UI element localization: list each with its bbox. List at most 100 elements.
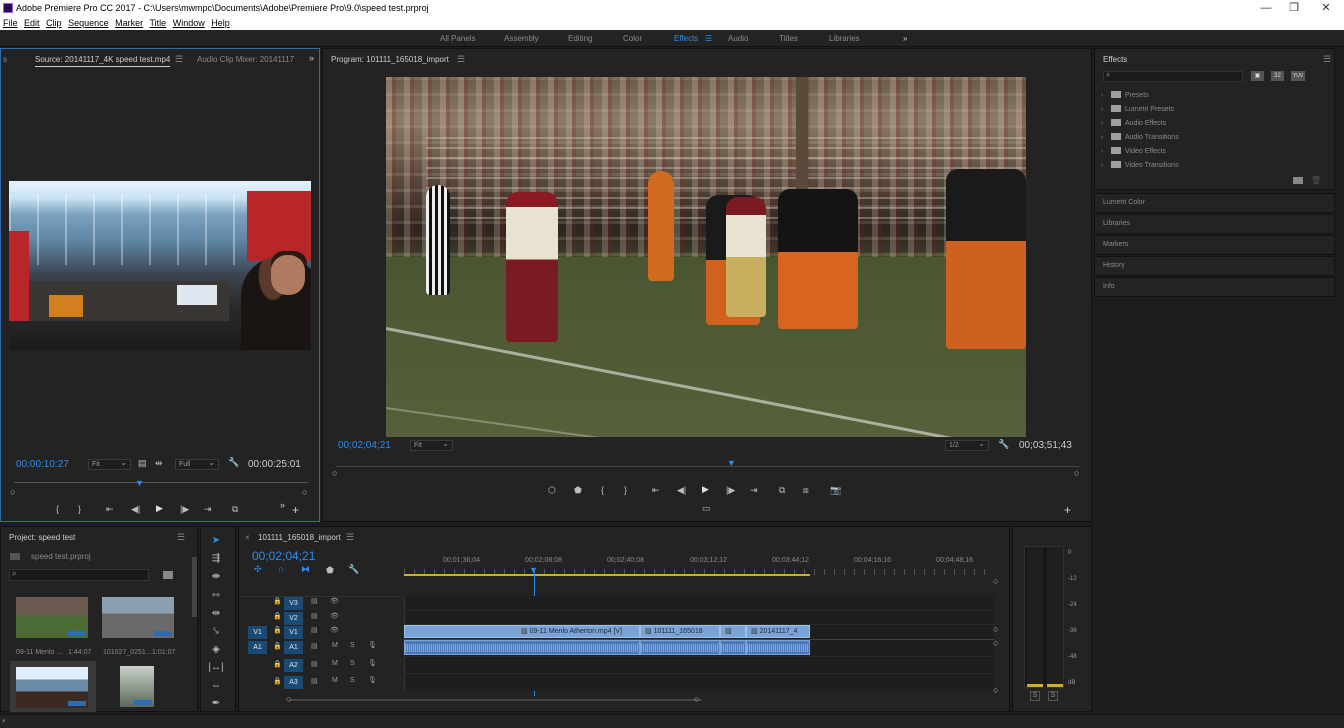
work-area-bar[interactable]	[404, 574, 810, 576]
effects-item-lumetri-presets[interactable]: › Lumetri Presets	[1101, 105, 1174, 113]
timeline-settings-wrench-icon[interactable]: 🔧	[348, 564, 359, 575]
track-a1[interactable]: A1	[284, 641, 303, 654]
timeline-timecode[interactable]: 00;02;04;21	[252, 549, 315, 563]
eye-icon[interactable]: 👁	[330, 612, 339, 620]
maximize-button[interactable]: ❐	[1276, 0, 1312, 16]
program-playhead-icon[interactable]: ▼	[727, 458, 736, 468]
source-mark-in-icon[interactable]: {	[56, 504, 59, 514]
audio-clip-101111[interactable]	[640, 640, 720, 655]
lock-icon[interactable]: 🔒	[273, 626, 282, 634]
program-wrench-icon[interactable]: 🔧	[998, 439, 1009, 450]
program-step-forward-icon[interactable]: |▶	[726, 485, 735, 496]
mute-button[interactable]: M	[332, 642, 338, 649]
source-panel-menu-icon[interactable]: ☰	[175, 54, 183, 65]
source-settings-icon[interactable]: ▤	[138, 458, 147, 469]
source-scroll-end-handle[interactable]: ○	[302, 487, 307, 497]
program-resolution-dropdown[interactable]: 1/2	[945, 439, 989, 451]
menu-marker[interactable]: Marker	[115, 18, 143, 28]
accelerated-effects-icon[interactable]: ▣	[1251, 71, 1264, 81]
microphone-icon[interactable]: 🎙	[368, 676, 377, 684]
track-v2[interactable]: V2	[284, 612, 303, 625]
menu-title[interactable]: Title	[150, 18, 167, 28]
source-video-frame[interactable]	[9, 181, 311, 350]
menu-file[interactable]: File	[3, 18, 18, 28]
program-panel-menu-icon[interactable]: ☰	[457, 54, 465, 65]
source-insert-icon[interactable]: ⧉	[232, 504, 238, 515]
lock-icon[interactable]: 🔒	[273, 597, 282, 605]
menu-help[interactable]: Help	[211, 18, 230, 28]
panel-history[interactable]: History	[1094, 256, 1335, 276]
project-thumbnail-101027[interactable]	[102, 597, 174, 638]
source-add-button-icon[interactable]: +	[292, 503, 299, 517]
tab-program[interactable]: Program: 101111_165018_import	[331, 55, 449, 64]
effects-item-video-effects[interactable]: › Video Effects	[1101, 147, 1166, 155]
workspace-menu-icon[interactable]: ☰	[705, 34, 712, 43]
audio-clip-20141117[interactable]	[746, 640, 810, 655]
project-panel-menu-icon[interactable]: ☰	[177, 532, 185, 543]
lock-icon[interactable]: 🔒	[273, 642, 282, 650]
workspace-audio[interactable]: Audio	[728, 34, 748, 43]
effects-item-video-transitions[interactable]: › Video Transitions	[1101, 161, 1179, 169]
eye-icon[interactable]: 👁	[330, 626, 339, 634]
source-playhead-icon[interactable]: ▼	[135, 478, 144, 488]
project-scrollbar[interactable]	[192, 557, 197, 617]
sync-lock-icon[interactable]: ▤	[311, 660, 318, 668]
program-add-marker-icon[interactable]: ⬟	[574, 485, 582, 496]
project-thumbnail-menlo[interactable]	[16, 597, 88, 638]
timeline-panel-menu-icon[interactable]: ☰	[346, 532, 354, 543]
selection-tool-icon[interactable]: ➤	[208, 535, 224, 546]
source-step-back-icon[interactable]: ◀|	[131, 504, 140, 515]
microphone-icon[interactable]: 🎙	[368, 641, 377, 649]
effects-panel-menu-icon[interactable]: ☰	[1323, 54, 1331, 65]
workspace-libraries[interactable]: Libraries	[829, 34, 860, 43]
project-thumbnail-20141117[interactable]	[16, 667, 88, 708]
source-wrench-icon[interactable]: 🔧	[228, 457, 239, 468]
sync-lock-icon[interactable]: ▤	[311, 626, 318, 634]
workspace-assembly[interactable]: Assembly	[504, 34, 539, 43]
solo-button[interactable]: S	[350, 660, 355, 667]
program-mark-out-icon[interactable]: }	[624, 485, 627, 495]
source-play-icon[interactable]: ▶	[156, 503, 163, 514]
timeline-vscroll-mid[interactable]: ○	[993, 624, 998, 634]
program-scroll-end-handle[interactable]: ○	[1074, 468, 1079, 478]
source-patch-v1[interactable]: V1	[248, 626, 267, 639]
program-go-to-out-icon[interactable]: ⇥	[750, 485, 758, 496]
panel-info[interactable]: Info	[1094, 277, 1335, 297]
audio-clip-menlo[interactable]	[404, 640, 640, 655]
solo-button[interactable]: S	[350, 642, 355, 649]
program-fit-dropdown[interactable]: Fit	[410, 439, 453, 451]
workspace-color[interactable]: Color	[623, 34, 642, 43]
program-lift-icon[interactable]: ⧉	[779, 485, 785, 496]
tab-source[interactable]: Source: 20141117_4K speed test.mp4	[35, 55, 171, 67]
source-overflow-icon[interactable]: »	[309, 53, 314, 63]
insert-nest-icon[interactable]: ✣	[254, 564, 262, 575]
close-button[interactable]: ✕	[1308, 0, 1344, 16]
microphone-icon[interactable]: 🎙	[368, 659, 377, 667]
mute-button[interactable]: M	[332, 677, 338, 684]
track-v1[interactable]: V1	[284, 626, 303, 639]
program-time-ruler[interactable]	[336, 466, 1080, 475]
sync-lock-icon[interactable]: ▤	[311, 597, 318, 605]
track-a2[interactable]: A2	[284, 659, 303, 672]
lock-icon[interactable]: 🔒	[273, 677, 282, 685]
meter-solo-left-button[interactable]: S	[1030, 691, 1040, 701]
timeline-close-icon[interactable]: ×	[245, 533, 250, 542]
delete-icon[interactable]: 🗑	[1311, 176, 1321, 185]
source-step-forward-icon[interactable]: |▶	[180, 504, 189, 515]
snap-magnet-icon[interactable]: ∩	[278, 564, 284, 574]
track-v3[interactable]: V3	[284, 597, 303, 610]
program-mark-in-icon[interactable]: {	[601, 485, 604, 495]
timeline-hscroll-end[interactable]: ○	[694, 694, 699, 704]
effects-item-audio-transitions[interactable]: › Audio Transitions	[1101, 133, 1179, 141]
menu-window[interactable]: Window	[173, 18, 205, 28]
eye-icon[interactable]: 👁	[330, 597, 339, 605]
project-thumbnail-4[interactable]	[120, 666, 154, 707]
menu-edit[interactable]: Edit	[24, 18, 40, 28]
mute-button[interactable]: M	[332, 660, 338, 667]
linked-selection-icon[interactable]: ⧓	[301, 564, 310, 575]
effects-item-presets[interactable]: › Presets	[1101, 91, 1149, 99]
workspace-overflow-icon[interactable]: »	[903, 34, 907, 43]
slip-tool-icon[interactable]: |↔|	[208, 662, 224, 673]
effects-panel-title[interactable]: Effects	[1103, 55, 1127, 64]
effects-item-audio-effects[interactable]: › Audio Effects	[1101, 119, 1166, 127]
